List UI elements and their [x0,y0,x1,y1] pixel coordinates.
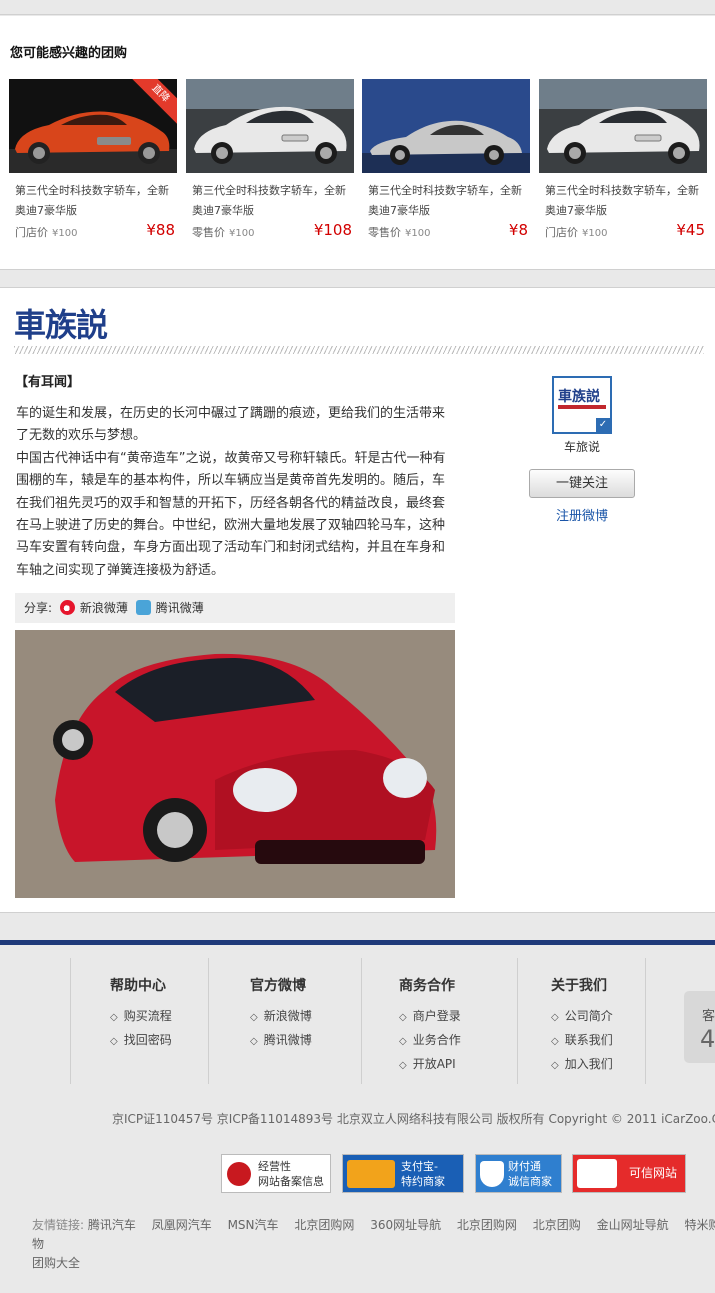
footer-divider [208,958,209,1084]
alipay-badge[interactable]: 支付宝- 特约商家 [342,1154,464,1193]
group-buy-card[interactable]: 直降 第三代全时科技数字轿车，全新奥迪7豪华版 门店价 ¥100 ¥88 [9,79,177,239]
car-talk-logo: 車族説 [14,306,108,344]
tenpay-badge[interactable]: 财付通 诚信商家 [475,1154,562,1193]
footer-link[interactable]: 业务合作 [399,1029,461,1053]
card-price: ¥108 [313,221,352,239]
friend-link[interactable]: 凤凰网汽车 [152,1218,212,1232]
car-image[interactable] [362,79,530,173]
card-desc[interactable]: 第三代全时科技数字轿车，全新奥迪7豪华版 [545,181,707,221]
footer-link[interactable]: 新浪微博 [250,1005,312,1029]
puzzle-icon [347,1160,395,1188]
footer-link[interactable]: 找回密码 [110,1029,172,1053]
share-label: 分享: [24,601,53,615]
group-buy-section: 您可能感兴趣的团购 直降 第三代全时科技数字轿车，全新奥迪7豪华版 门店价 ¥10… [0,16,715,270]
group-buy-card[interactable]: 第三代全时科技数字轿车，全新奥迪7豪华版 门店价 ¥100 ¥45 [539,79,707,239]
copyright-text: 京ICP证110457号 京ICP备11014893号 北京双立人网络科技有限公… [112,1112,715,1126]
top-strip [0,0,715,15]
price-label: 零售价 ¥100 [368,226,431,239]
article-body: 车的诞生和发展，在历史的长河中碾过了蹒跚的痕迹，更给我们的生活带来了无数的欢乐与… [16,403,456,582]
customer-service-box[interactable]: 客 4 [684,991,715,1063]
account-name[interactable]: 车旅说 [552,438,612,455]
friend-link[interactable]: 北京团购 [533,1218,581,1232]
footer-column-help: 帮助中心 购买流程 找回密码 [110,975,172,1053]
follow-button[interactable]: 一键关注 [529,469,635,498]
register-weibo-link[interactable]: 注册微博 [529,505,635,524]
friend-link[interactable]: 北京团购网 [457,1218,517,1232]
dashed-divider [14,346,704,354]
shield-icon [227,1162,251,1186]
article-photo [15,630,455,898]
footer-divider [361,958,362,1084]
group-buy-title: 您可能感兴趣的团购 [10,46,128,61]
article-paragraph: 中国古代神话中有“黄帝造车”之说，故黄帝又号称轩辕氏。轩是古代一种有围棚的车，辕… [16,450,446,578]
trusted-logo-icon [577,1159,617,1188]
footer-link[interactable]: 腾讯微博 [250,1029,312,1053]
friend-link[interactable]: 北京团购网 [294,1218,354,1232]
check-icon: ✓ [596,418,610,432]
share-sina-link[interactable]: 新浪微薄 [80,601,128,615]
friend-link[interactable]: MSN汽车 [228,1218,279,1232]
footer-link[interactable]: 加入我们 [551,1053,613,1077]
footer-link[interactable]: 联系我们 [551,1029,613,1053]
price-label: 门店价 ¥100 [545,226,608,239]
footer-column-title: 官方微博 [250,978,306,994]
footer-link[interactable]: 购买流程 [110,1005,172,1029]
trusted-site-badge[interactable]: 可信网站 [572,1154,686,1193]
icp-badge[interactable]: 经营性 网站备案信息 [221,1154,331,1193]
article-heading: 【有耳闻】 [15,375,81,390]
footer-rule [0,940,715,945]
friend-link[interactable]: 团购大全 [32,1256,80,1270]
article-paragraph: 车的诞生和发展，在历史的长河中碾过了蹒跚的痕迹，更给我们的生活带来了无数的欢乐与… [16,406,446,444]
footer-column-title: 帮助中心 [110,978,166,994]
card-desc[interactable]: 第三代全时科技数字轿车，全新奥迪7豪华版 [192,181,354,221]
group-buy-card[interactable]: 第三代全时科技数字轿车，全新奥迪7豪华版 零售价 ¥100 ¥108 [186,79,354,239]
friend-links-label: 友情链接: [32,1218,85,1232]
car-talk-avatar[interactable]: 車族説 ✓ [552,376,612,434]
sina-weibo-icon[interactable] [59,600,75,615]
footer-column-title: 商务合作 [399,978,455,994]
friend-links: 友情链接: 腾讯汽车 凤凰网汽车 MSN汽车 北京团购网 360网址导航 北京团… [32,1216,715,1273]
footer-column-weibo: 官方微博 新浪微博 腾讯微博 [250,975,312,1053]
car-talk-section: 車族説 【有耳闻】 车的诞生和发展，在历史的长河中碾过了蹒跚的痕迹，更给我们的生… [0,287,715,913]
card-price: ¥45 [676,221,705,239]
friend-link[interactable]: 腾讯汽车 [88,1218,136,1232]
footer-divider [70,958,71,1084]
footer-link[interactable]: 公司简介 [551,1005,613,1029]
card-desc[interactable]: 第三代全时科技数字轿车，全新奥迪7豪华版 [368,181,530,221]
car-image[interactable] [539,79,707,173]
avatar-stripe [558,405,606,409]
footer-divider [645,958,646,1084]
share-bar: 分享: 新浪微薄 腾讯微薄 [15,593,455,623]
card-price: ¥8 [508,221,528,239]
share-tencent-link[interactable]: 腾讯微薄 [156,601,204,615]
car-image[interactable] [186,79,354,173]
t-shield-icon [480,1161,504,1187]
card-price: ¥88 [146,221,175,239]
friend-link[interactable]: 金山网址导航 [597,1218,669,1232]
group-buy-card[interactable]: 第三代全时科技数字轿车，全新奥迪7豪华版 零售价 ¥100 ¥8 [362,79,530,239]
footer-link[interactable]: 开放API [399,1053,461,1077]
price-label: 门店价 ¥100 [15,226,78,239]
footer-column-business: 商务合作 商户登录 业务合作 开放API [399,975,461,1077]
service-label: 客 [702,1009,715,1024]
footer-column-title: 关于我们 [551,978,607,994]
friend-link[interactable]: 360网址导航 [370,1218,441,1232]
price-label: 零售价 ¥100 [192,226,255,239]
car-image[interactable]: 直降 [9,79,177,173]
card-desc[interactable]: 第三代全时科技数字轿车，全新奥迪7豪华版 [15,181,177,221]
service-number: 4 [700,1025,715,1053]
tencent-weibo-icon[interactable] [135,600,151,615]
footer-column-about: 关于我们 公司简介 联系我们 加入我们 [551,975,613,1077]
avatar-logo: 車族説 [558,389,600,405]
footer-link[interactable]: 商户登录 [399,1005,461,1029]
footer-divider [517,958,518,1084]
